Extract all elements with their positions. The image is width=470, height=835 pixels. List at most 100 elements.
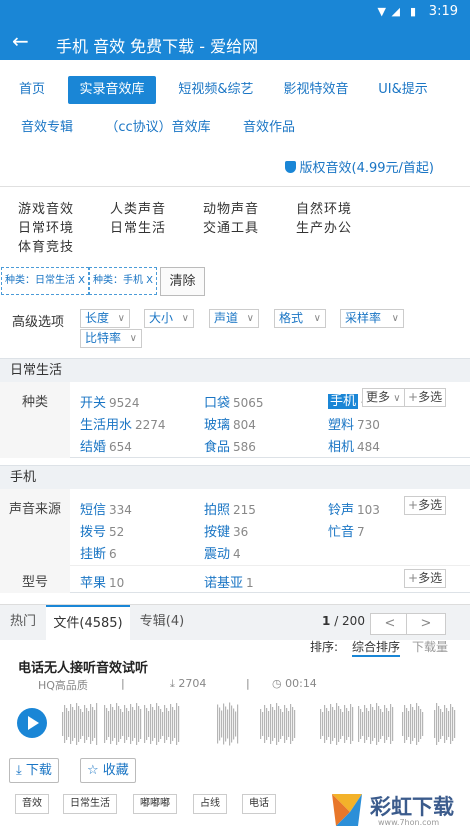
- multi-select-button[interactable]: +多选: [404, 569, 447, 588]
- model-item-nokia[interactable]: 诺基亚 1: [204, 572, 254, 591]
- kind-item-switch[interactable]: 开关 9524: [80, 392, 140, 411]
- kind-item-water[interactable]: 生活用水 2274: [80, 414, 166, 433]
- waveform-bar: [162, 712, 164, 736]
- format-dropdown[interactable]: 格式 ∨: [274, 309, 326, 328]
- next-page-button[interactable]: >: [406, 613, 446, 635]
- waveform-bar: [416, 703, 418, 745]
- download-label: 下载: [25, 763, 52, 778]
- source-item-busy[interactable]: 忙音 7: [328, 521, 365, 540]
- favorite-button[interactable]: ☆ 收藏: [80, 758, 136, 783]
- sort-comprehensive[interactable]: 综合排序: [352, 638, 401, 657]
- tag[interactable]: 音效: [15, 794, 49, 814]
- category-daily-life[interactable]: 日常生活: [110, 217, 166, 236]
- play-button[interactable]: [17, 708, 47, 738]
- waveform-bar: [104, 705, 106, 743]
- sort-downloads[interactable]: 下载量: [412, 638, 448, 655]
- copyright-sound-link[interactable]: 版权音效(4.99元/首起): [284, 157, 434, 176]
- waveform-bar: [130, 704, 132, 744]
- tab-albums[interactable]: 专辑(4): [130, 605, 194, 641]
- chevron-down-icon: ∨: [391, 313, 399, 324]
- tab-film-effects[interactable]: 影视特效音: [276, 76, 356, 104]
- prev-page-button[interactable]: <: [370, 613, 410, 635]
- category-human[interactable]: 人类声音: [110, 198, 166, 217]
- kind-item-camera[interactable]: 相机 484: [328, 436, 380, 455]
- item-name: 铃声: [328, 503, 355, 518]
- bitrate-dropdown[interactable]: 比特率 ∨: [80, 329, 142, 348]
- source-item-photo[interactable]: 拍照 215: [204, 499, 256, 518]
- category-game[interactable]: 游戏音效: [18, 198, 74, 217]
- multi-select-button[interactable]: +多选: [404, 496, 447, 515]
- length-dropdown[interactable]: 长度 ∨: [80, 309, 130, 328]
- waveform-bar: [370, 704, 372, 744]
- tag[interactable]: 日常生活: [63, 794, 117, 814]
- category-animal[interactable]: 动物声音: [203, 198, 259, 217]
- waveform-bar: [410, 704, 412, 744]
- back-arrow-icon[interactable]: ←: [12, 29, 29, 53]
- waveform-bar: [368, 711, 370, 737]
- source-item-dial[interactable]: 拨号 52: [80, 521, 124, 540]
- tab-home[interactable]: 首页: [10, 76, 54, 104]
- item-name: 相机: [328, 440, 355, 455]
- item-count: 484: [357, 440, 380, 454]
- model-item-apple[interactable]: 苹果 10: [80, 572, 124, 591]
- waveform-bar: [286, 708, 288, 740]
- item-count: 586: [233, 440, 256, 454]
- tab-real-sound-library[interactable]: 实录音效库: [68, 76, 156, 104]
- section-phone-header: 手机: [0, 465, 470, 489]
- item-name: 诺基亚: [204, 576, 244, 591]
- category-nature[interactable]: 自然环境: [296, 198, 352, 217]
- filter-chip-phone[interactable]: 种类：手机 X: [89, 267, 158, 295]
- clear-button[interactable]: 清除: [160, 267, 205, 296]
- tab-cc-library[interactable]: （cc协议）音效库: [98, 114, 218, 142]
- size-dropdown[interactable]: 大小 ∨: [144, 309, 194, 328]
- waveform-bar: [108, 711, 110, 737]
- category-sports[interactable]: 体育竞技: [18, 236, 74, 255]
- waveform-bar: [126, 708, 128, 740]
- waveform-bar: [70, 704, 72, 744]
- kind-item-wedding[interactable]: 结婚 654: [80, 436, 132, 455]
- category-daily-env[interactable]: 日常环境: [18, 217, 74, 236]
- source-item-ringtone[interactable]: 铃声 103: [328, 499, 380, 518]
- tab-popular[interactable]: 热门: [0, 605, 46, 641]
- tab-short-video[interactable]: 短视频&综艺: [168, 76, 264, 104]
- tab-sound-works[interactable]: 音效作品: [234, 114, 304, 142]
- waveform-bar: [408, 711, 410, 737]
- waveform-bar: [294, 710, 296, 738]
- waveform-bar: [227, 709, 229, 739]
- multi-select-button[interactable]: +多选: [404, 388, 447, 407]
- kind-item-plastic[interactable]: 塑料 730: [328, 414, 380, 433]
- kind-item-food[interactable]: 食品 586: [204, 436, 256, 455]
- item-count: 1: [246, 576, 254, 590]
- item-name: 开关: [80, 396, 107, 411]
- category-transport[interactable]: 交通工具: [203, 217, 259, 236]
- more-button[interactable]: 更多 ∨: [362, 388, 405, 407]
- kind-item-pocket[interactable]: 口袋 5065: [204, 392, 264, 411]
- advanced-options-label: 高级选项: [12, 315, 65, 330]
- sound-title[interactable]: 电话无人接听音效试听: [18, 657, 148, 676]
- tab-sound-albums[interactable]: 音效专辑: [14, 114, 80, 142]
- tag[interactable]: 嘟嘟嘟: [133, 794, 177, 814]
- sample-rate-dropdown[interactable]: 采样率 ∨: [340, 309, 404, 328]
- source-item-vibrate[interactable]: 震动 4: [204, 543, 241, 562]
- download-button[interactable]: ⤓ 下载: [9, 758, 59, 783]
- battery-icon: ▮: [409, 5, 416, 18]
- tag[interactable]: 电话: [242, 794, 276, 814]
- dropdown-label: 大小: [149, 311, 174, 325]
- source-item-hangup[interactable]: 挂断 6: [80, 543, 117, 562]
- tab-files[interactable]: 文件(4585): [46, 605, 130, 641]
- tab-ui-tips[interactable]: UI&提示: [370, 76, 436, 104]
- tag[interactable]: 占线: [193, 794, 227, 814]
- source-item-keypress[interactable]: 按键 36: [204, 521, 248, 540]
- channel-dropdown[interactable]: 声道 ∨: [209, 309, 259, 328]
- waveform-bar: [120, 709, 122, 739]
- waveform-bar: [88, 711, 90, 737]
- clock-icon: ◷: [272, 677, 282, 690]
- category-office[interactable]: 生产办公: [296, 217, 352, 236]
- waveform[interactable]: [62, 700, 457, 748]
- waveform-bar: [136, 703, 138, 745]
- waveform-bar: [274, 710, 276, 738]
- source-item-sms[interactable]: 短信 334: [80, 499, 132, 518]
- kind-item-glass[interactable]: 玻璃 804: [204, 414, 256, 433]
- waveform-bar: [231, 705, 233, 743]
- filter-chip-daily-life[interactable]: 种类：日常生活 X: [1, 267, 90, 295]
